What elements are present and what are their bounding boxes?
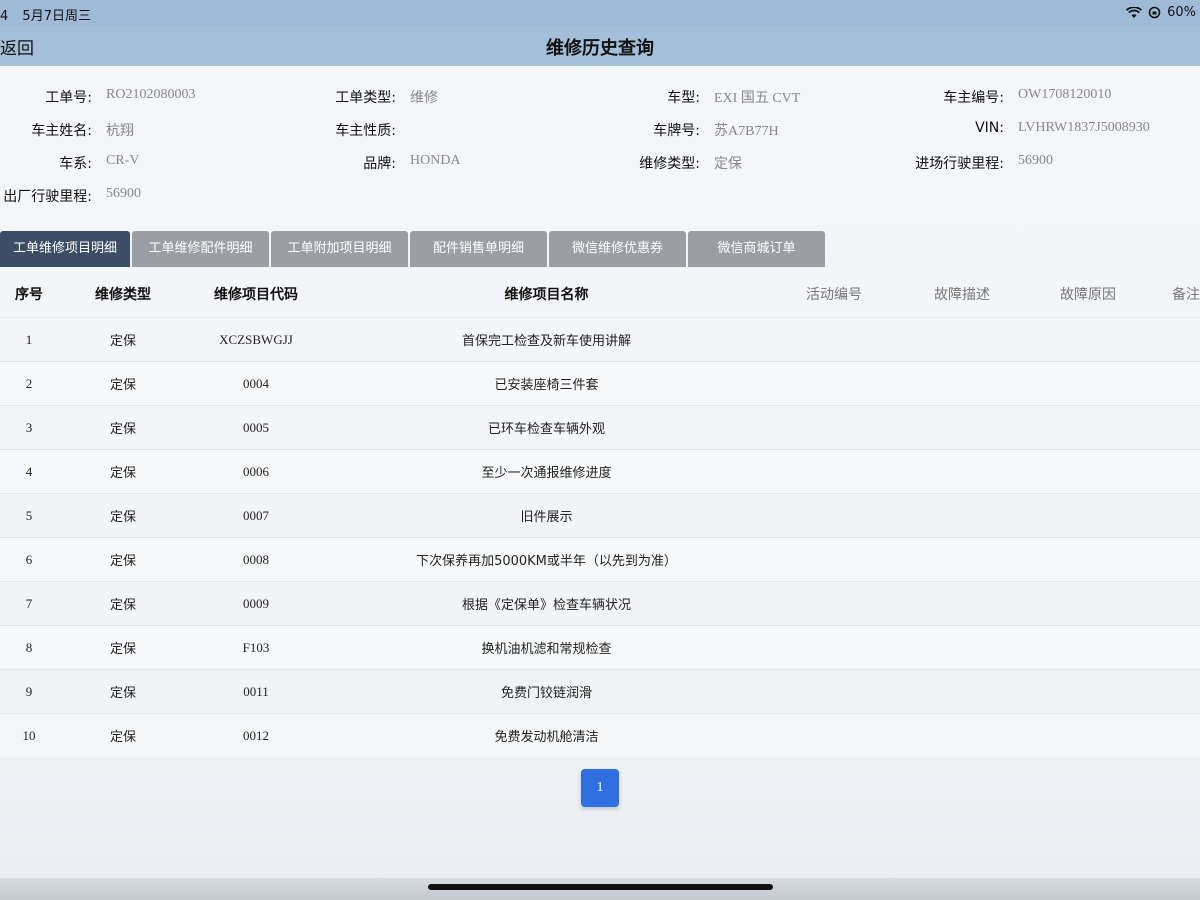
cell-repair-type: 定保 (109, 510, 136, 525)
info-item-order-type: 工单类型: 维修 (335, 90, 438, 106)
table-row[interactable]: 1 定保 XCZSBWGJJ 首保完工检查及新车使用讲解 (0, 317, 1200, 361)
cell-repair-type: 定保 (109, 378, 136, 393)
cell-index: 2 (25, 375, 33, 391)
cell-item-name: 下次保养再加5000KM或半年（以先到为准） (416, 554, 677, 569)
info-item-brand: 品牌: HONDA (363, 153, 461, 172)
status-bar: 4 5月7日周三 60% (0, 0, 1200, 26)
info-item-vin: VIN: LVHRW1837J5008930 (975, 120, 1150, 136)
cell-index: 3 (25, 419, 33, 435)
cell-repair-type: 定保 (109, 334, 136, 349)
cell-repair-type: 定保 (109, 642, 136, 657)
cell-item-code: XCZSBWGJJ (219, 331, 293, 347)
cell-index: 4 (25, 463, 33, 479)
cell-item-code: 0006 (243, 463, 269, 479)
table-row[interactable]: 2 定保 0004 已安装座椅三件套 (0, 361, 1200, 405)
info-item-owner-name: 车主姓名: 杭翔 (31, 123, 134, 139)
table-row[interactable]: 8 定保 F103 换机油机滤和常规检查 (0, 625, 1200, 669)
col-header-fault-cause: 故障原因 (1060, 287, 1116, 303)
status-date: 5月7日周三 (22, 9, 91, 24)
tab-repair-parts[interactable]: 工单维修配件明细 (132, 231, 269, 267)
col-header-item-name: 维修项目名称 (504, 287, 589, 303)
info-row: 出厂行驶里程: 56900 (0, 186, 1200, 206)
cell-item-code: 0005 (243, 419, 269, 435)
cell-item-code: F103 (242, 639, 270, 655)
tab-wechat-mall-orders[interactable]: 微信商城订单 (688, 231, 825, 267)
cell-item-name: 至少一次通报维修进度 (481, 466, 612, 481)
info-item-plate: 车牌号: 苏A7B77H (653, 123, 779, 139)
table-row[interactable]: 7 定保 0009 根据《定保单》检查车辆状况 (0, 581, 1200, 625)
info-item-series: 车系: CR-V (59, 153, 140, 172)
info-item-mileage-in: 进场行驶里程: 56900 (915, 153, 1053, 172)
info-row: 车主姓名: 杭翔 车主性质: 车牌号: 苏A7B77H VIN: LVHRW18… (0, 120, 1200, 140)
cell-index: 10 (22, 727, 36, 743)
col-header-activity-no: 活动编号 (806, 287, 862, 303)
cell-item-code: 0008 (243, 551, 269, 567)
cell-repair-type: 定保 (109, 598, 136, 613)
status-time: 4 (0, 9, 9, 24)
tab-additional-items[interactable]: 工单附加项目明细 (271, 231, 408, 267)
tab-wechat-coupons[interactable]: 微信维修优惠券 (549, 231, 686, 267)
table-header: 序号 维修类型 维修项目代码 维修项目名称 活动编号 故障描述 故障原因 备注 (0, 271, 1200, 317)
table-row[interactable]: 10 定保 0012 免费发动机舱清洁 (0, 713, 1200, 757)
tab-bar: 工单维修项目明细 工单维修配件明细 工单附加项目明细 配件销售单明细 微信维修优… (0, 231, 827, 267)
cell-item-code: 0007 (243, 507, 269, 523)
nav-bar: 返回 维修历史查询 (0, 26, 1200, 66)
info-row: 车系: CR-V 品牌: HONDA 维修类型: 定保 进场行驶里程: 5690… (0, 153, 1200, 173)
cell-repair-type: 定保 (109, 422, 136, 437)
cell-item-name: 已环车检查车辆外观 (487, 422, 605, 437)
col-header-item-code: 维修项目代码 (214, 287, 298, 303)
col-header-fault-desc: 故障描述 (934, 287, 990, 303)
col-header-repair-type: 维修类型 (95, 287, 151, 303)
cell-item-code: 0011 (243, 683, 269, 699)
col-header-remarks: 备注 (1172, 287, 1200, 303)
cell-repair-type: 定保 (109, 686, 136, 701)
cell-index: 1 (25, 331, 33, 347)
cell-index: 6 (25, 551, 33, 567)
repair-items-table: 序号 维修类型 维修项目代码 维修项目名称 活动编号 故障描述 故障原因 备注 … (0, 271, 1200, 757)
table-row[interactable]: 4 定保 0006 至少一次通报维修进度 (0, 449, 1200, 493)
page-button-current[interactable]: 1 (581, 769, 619, 807)
cell-repair-type: 定保 (109, 466, 136, 481)
cell-item-code: 0004 (243, 375, 269, 391)
col-header-index: 序号 (15, 287, 43, 303)
orientation-lock-icon (1148, 6, 1161, 19)
cell-index: 5 (25, 507, 33, 523)
cell-item-name: 免费门铰链润滑 (500, 686, 592, 701)
page-title: 维修历史查询 (546, 38, 654, 59)
cell-index: 9 (25, 683, 33, 699)
info-item-order-no: 工单号: RO2102080003 (45, 87, 196, 106)
info-row: 工单号: RO2102080003 工单类型: 维修 车型: EXI 国五 CV… (0, 87, 1200, 107)
info-item-owner-no: 车主编号: OW1708120010 (943, 87, 1112, 106)
cell-item-name: 根据《定保单》检查车辆状况 (461, 598, 631, 613)
table-row[interactable]: 9 定保 0011 免费门铰链润滑 (0, 669, 1200, 713)
cell-item-code: 0012 (243, 727, 269, 743)
cell-item-code: 0009 (243, 595, 269, 611)
cell-index: 7 (25, 595, 33, 611)
table-row[interactable]: 3 定保 0005 已环车检查车辆外观 (0, 405, 1200, 449)
info-item-owner-nature: 车主性质: (335, 123, 396, 139)
cell-repair-type: 定保 (109, 730, 136, 745)
info-item-mileage-out: 出厂行驶里程: 56900 (3, 186, 141, 205)
cell-item-name: 已安装座椅三件套 (494, 378, 599, 393)
cell-index: 8 (25, 639, 33, 655)
cell-item-name: 旧件展示 (520, 510, 573, 525)
table-row[interactable]: 5 定保 0007 旧件展示 (0, 493, 1200, 537)
tab-repair-items[interactable]: 工单维修项目明细 (0, 231, 130, 267)
tab-parts-sales[interactable]: 配件销售单明细 (410, 231, 547, 267)
info-item-repair-type: 维修类型: 定保 (639, 156, 742, 172)
battery-percent: 60% (1167, 5, 1196, 20)
home-indicator[interactable] (428, 884, 773, 890)
table-row[interactable]: 6 定保 0008 下次保养再加5000KM或半年（以先到为准） (0, 537, 1200, 581)
table-body: 1 定保 XCZSBWGJJ 首保完工检查及新车使用讲解 2 定保 0004 已安装座椅三件套… (0, 317, 1200, 757)
cell-repair-type: 定保 (109, 554, 136, 569)
cell-item-name: 换机油机滤和常规检查 (481, 642, 612, 657)
cell-item-name: 首保完工检查及新车使用讲解 (461, 334, 631, 349)
main-content: 工单号: RO2102080003 工单类型: 维修 车型: EXI 国五 CV… (0, 66, 1200, 900)
wifi-icon (1126, 6, 1143, 18)
info-item-model: 车型: EXI 国五 CVT (667, 90, 801, 106)
cell-item-name: 免费发动机舱清洁 (494, 730, 599, 745)
